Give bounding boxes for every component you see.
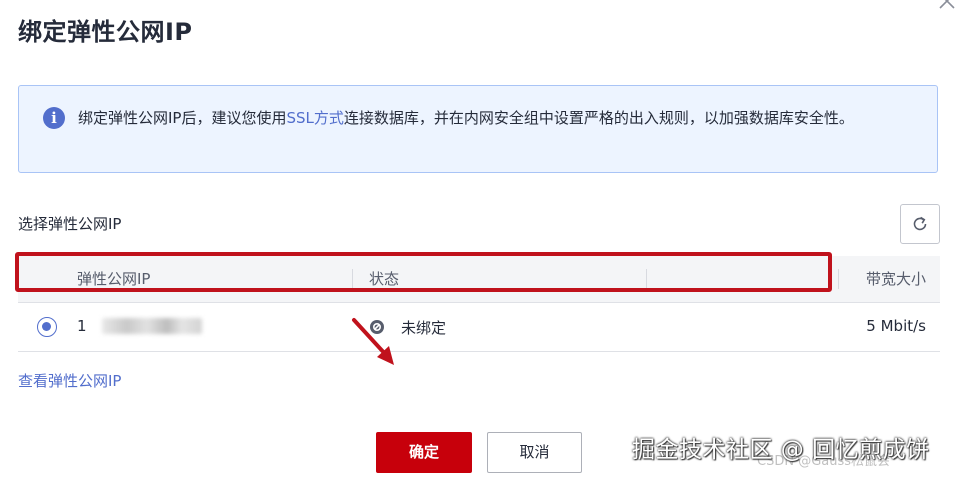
- column-status: 状态: [369, 270, 400, 288]
- view-eip-link[interactable]: 查看弹性公网IP: [18, 370, 121, 391]
- column-divider: [646, 269, 647, 289]
- annotation-arrow: [352, 318, 394, 365]
- cancel-button[interactable]: 取消: [487, 432, 582, 473]
- close-icon[interactable]: [936, 0, 958, 12]
- column-bandwidth: 带宽大小: [865, 270, 926, 288]
- info-text-before: 绑定弹性公网IP后，建议您使用: [78, 109, 287, 127]
- info-message: 绑定弹性公网IP后，建议您使用SSL方式连接数据库，并在内网安全组中设置严格的出…: [78, 104, 928, 133]
- ssl-link[interactable]: SSL方式: [286, 109, 343, 127]
- watermark-juejin: 掘金技术社区 @ 回忆煎成饼: [632, 437, 930, 463]
- refresh-icon: [913, 216, 927, 231]
- column-eip: 弹性公网IP: [77, 270, 151, 288]
- confirm-button[interactable]: 确定: [376, 432, 472, 473]
- info-text-after: 连接数据库，并在内网安全组中设置严格的出入规则，以加强数据库安全性。: [343, 109, 854, 127]
- row-radio[interactable]: [37, 317, 57, 337]
- info-icon: i: [43, 107, 65, 129]
- eip-status: 未绑定: [401, 319, 447, 337]
- eip-bandwidth: 5 Mbit/s: [866, 317, 926, 335]
- info-alert: i 绑定弹性公网IP后，建议您使用SSL方式连接数据库，并在内网安全组中设置严格…: [18, 85, 938, 173]
- table-header: 弹性公网IP 状态 带宽大小: [18, 256, 940, 303]
- select-eip-label: 选择弹性公网IP: [18, 215, 122, 233]
- table-row[interactable]: 1 未绑定 5 Mbit/s: [18, 303, 940, 352]
- refresh-button[interactable]: [900, 204, 940, 244]
- redacted-ip: [102, 318, 202, 334]
- column-divider: [352, 269, 353, 289]
- column-divider: [838, 269, 839, 289]
- eip-address: 1: [77, 317, 87, 335]
- dialog-title: 绑定弹性公网IP: [18, 18, 193, 46]
